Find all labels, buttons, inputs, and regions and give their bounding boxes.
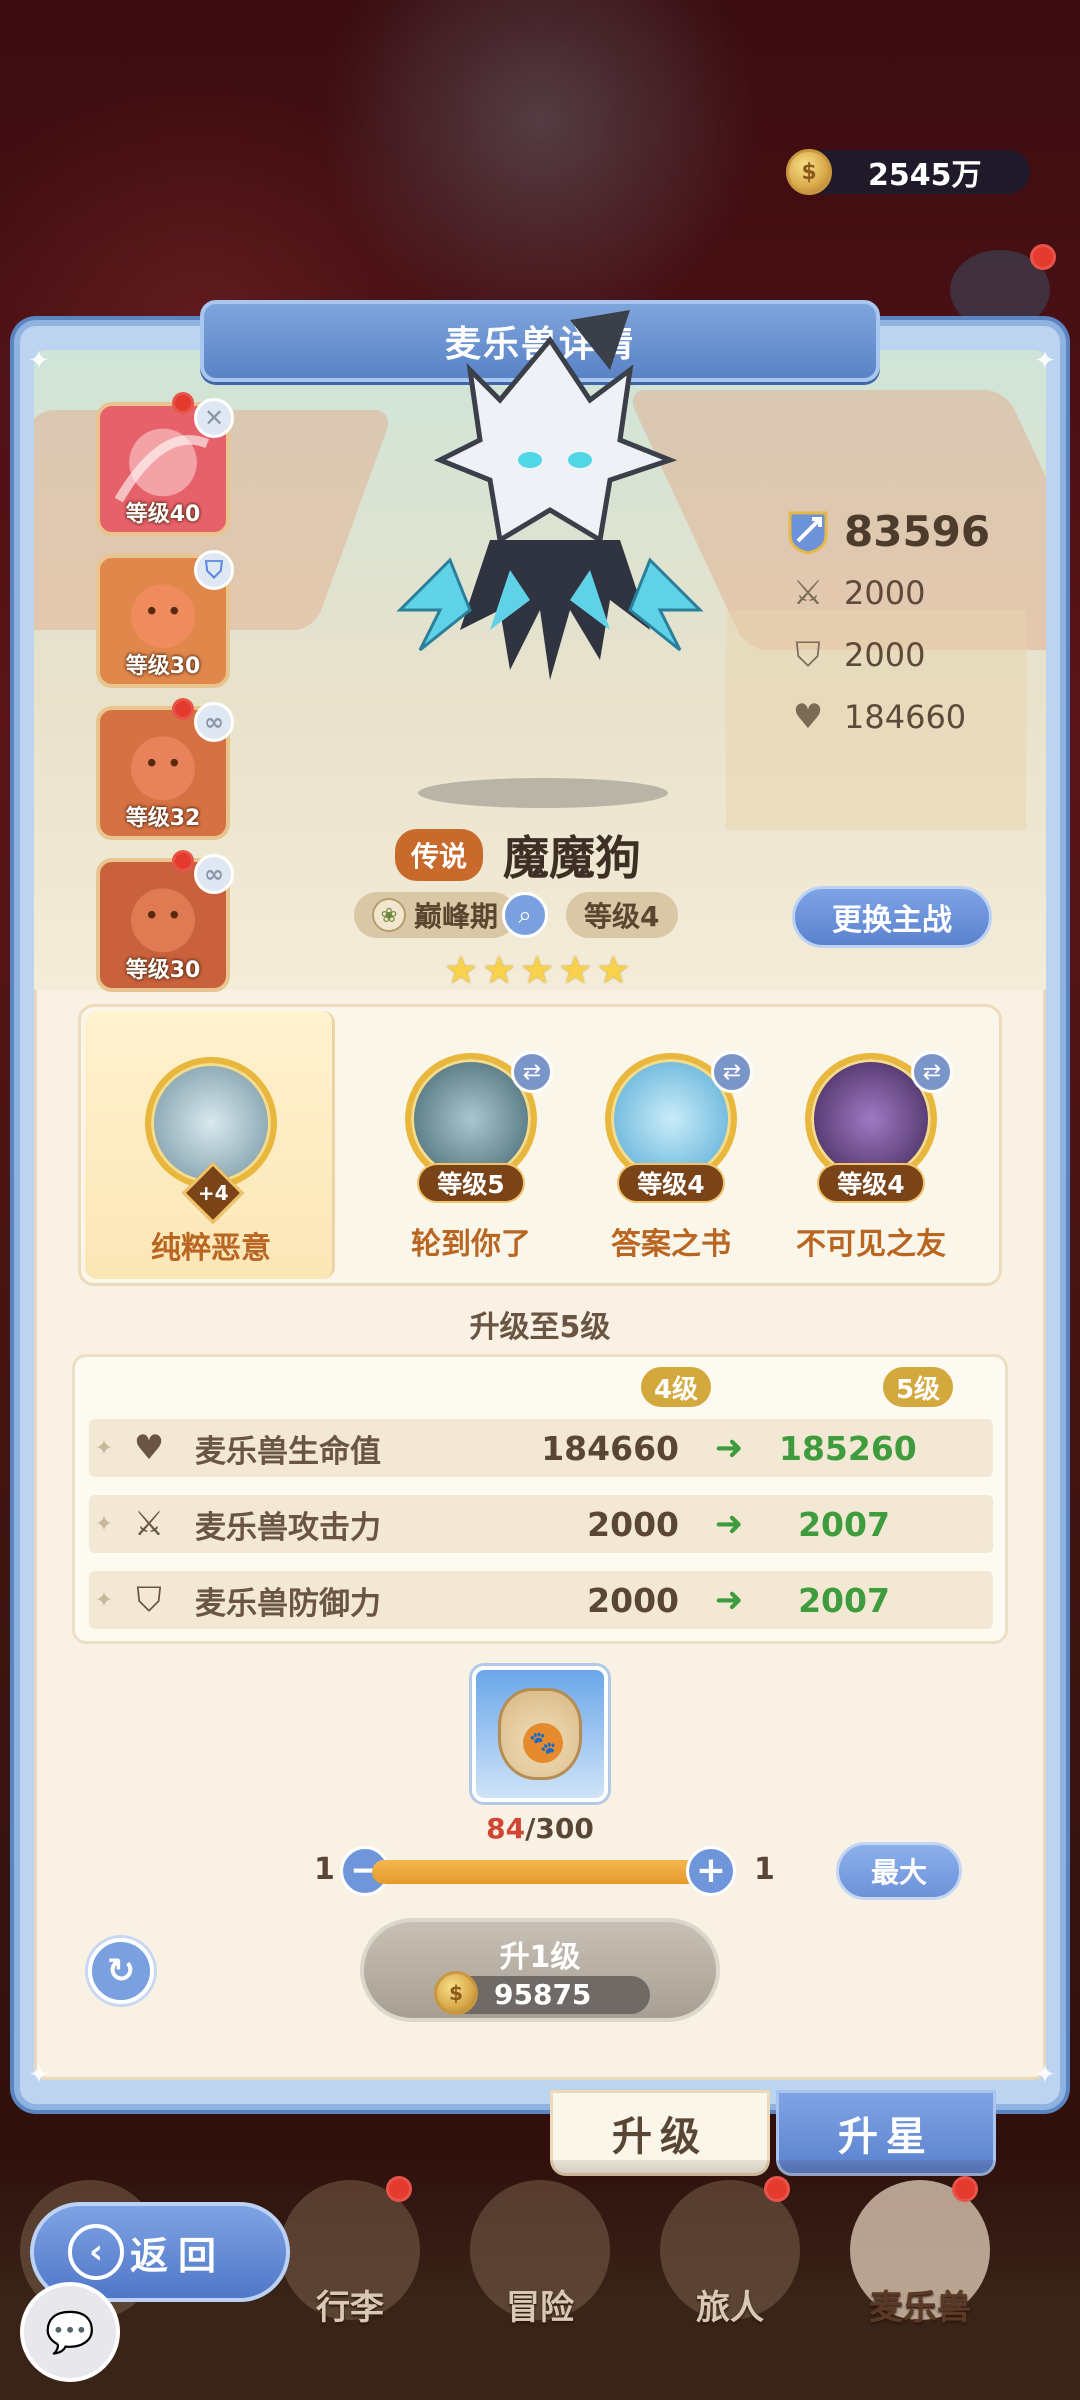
currency-display: $ 2545万 xyxy=(786,149,1030,195)
skill-slot[interactable]: ⇄ 等级4 不可见之友 xyxy=(765,1007,965,1283)
skill-slot[interactable]: ⇄ 等级4 答案之书 xyxy=(565,1007,765,1283)
notification-dot xyxy=(172,392,194,414)
to-level-badge: 5级 xyxy=(883,1367,953,1407)
corner-ornament: ✦ xyxy=(1034,2060,1056,2090)
upgrade-table: 4级 5级 ✦ ♥ 麦乐兽生命值 184660 ➜ 185260 ✦ ⚔ 麦乐兽… xyxy=(72,1354,1008,1644)
max-button[interactable]: 最大 xyxy=(836,1842,962,1900)
swap-main-button[interactable]: 更换主战 xyxy=(792,886,992,948)
corner-ornament: ✦ xyxy=(28,346,50,376)
notification-dot xyxy=(764,2176,790,2202)
arrow-right-icon: ➜ xyxy=(714,1428,744,1468)
star-icon: ★ xyxy=(482,948,517,992)
refresh-icon[interactable]: ↻ xyxy=(88,1938,154,2004)
swords-icon: ⚔ xyxy=(792,573,824,613)
slider-fill xyxy=(372,1860,706,1884)
star-icon: ★ xyxy=(596,948,631,992)
shield-icon: ⛉ xyxy=(795,635,821,675)
power-value: 83596 xyxy=(844,506,991,556)
monster-image xyxy=(396,310,704,680)
stage-icon: ❀ xyxy=(372,898,406,932)
star-icon: ★ xyxy=(444,948,479,992)
attack-value: 2000 xyxy=(844,574,926,612)
skills-panel: +4 纯粹恶意 ⇄ 等级5 轮到你了 ⇄ 等级4 答案之书 ⇄ 等级4 不可见之… xyxy=(78,1004,1002,1286)
arrow-right-icon: ➜ xyxy=(714,1580,744,1620)
link-icon: ∞ xyxy=(194,854,234,894)
monster-name: 魔魔狗 xyxy=(503,831,642,885)
star-icon: ★ xyxy=(558,948,593,992)
skill-name: 纯粹恶意 xyxy=(151,1231,271,1266)
monster-stats: 83596 ⚔ 2000 ⛉ 2000 ♥ 184660 xyxy=(784,500,990,748)
star-rating: ★ ★ ★ ★ ★ xyxy=(444,948,630,992)
slider-track[interactable] xyxy=(372,1860,706,1884)
slider-max: 1 xyxy=(754,1852,775,1887)
link-icon: ∞ xyxy=(194,702,234,742)
skill-name: 不可见之友 xyxy=(796,1227,946,1262)
main-skill[interactable]: +4 纯粹恶意 xyxy=(85,1011,335,1279)
defense-value: 2000 xyxy=(844,636,926,674)
notification-dot xyxy=(952,2176,978,2202)
paw-icon: 🐾 xyxy=(523,1723,563,1763)
nav-item-mailebeast[interactable]: 麦乐兽 xyxy=(830,2180,1010,2370)
monster-shadow xyxy=(418,778,668,808)
swap-icon[interactable]: ⇄ xyxy=(511,1051,553,1093)
shield-icon: ⛉ xyxy=(194,550,234,590)
corner-ornament: ✦ xyxy=(1034,346,1056,376)
shield-icon: ⛉ xyxy=(136,1580,162,1620)
swords-icon: ⚔ xyxy=(133,1504,165,1544)
corner-ornament: ✦ xyxy=(28,2060,50,2090)
back-arrow-icon: ‹ xyxy=(68,2224,124,2280)
plus-button[interactable]: + xyxy=(686,1846,736,1896)
upgrade-title: 升级至5级 xyxy=(469,1310,611,1345)
swap-icon[interactable]: ⇄ xyxy=(711,1051,753,1093)
coin-icon: $ xyxy=(786,149,832,195)
upgrade-button[interactable]: 升1级 $ 95875 xyxy=(360,1918,720,2022)
slider-min: 1 xyxy=(314,1852,335,1887)
nav-item-travelers[interactable]: 旅人 xyxy=(640,2180,820,2370)
quantity-slider[interactable]: 1 − + 1 xyxy=(314,1846,794,1896)
skill-slot[interactable]: ⇄ 等级5 轮到你了 xyxy=(365,1007,565,1283)
skill-level: 等级4 xyxy=(617,1163,725,1203)
skill-level: 等级4 xyxy=(817,1163,925,1203)
level-pill: 等级4 xyxy=(566,892,678,938)
skill-level: 等级5 xyxy=(417,1163,525,1203)
notification-dot xyxy=(386,2176,412,2202)
hp-value: 184660 xyxy=(844,698,967,736)
swap-icon[interactable]: ⇄ xyxy=(911,1051,953,1093)
from-level-badge: 4级 xyxy=(641,1367,711,1407)
table-row: ✦ ⚔ 麦乐兽攻击力 2000 ➜ 2007 xyxy=(89,1495,993,1553)
nav-item-bag[interactable]: 行李 xyxy=(260,2180,440,2370)
table-row: ✦ ⛉ 麦乐兽防御力 2000 ➜ 2007 xyxy=(89,1571,993,1629)
table-row: ✦ ♥ 麦乐兽生命值 184660 ➜ 185260 xyxy=(89,1419,993,1477)
cost-value: 95875 xyxy=(494,1978,592,2011)
rarity-badge: 传说 xyxy=(395,829,484,881)
skill-name: 轮到你了 xyxy=(411,1227,531,1262)
nav-item-adventure[interactable]: 冒险 xyxy=(450,2180,630,2370)
notification-dot xyxy=(172,698,194,720)
cost-pill: $ 95875 xyxy=(434,1971,650,2015)
currency-value: 2545万 xyxy=(868,158,982,193)
heart-icon: ♥ xyxy=(133,1428,165,1468)
coin-icon: $ xyxy=(434,1971,478,2015)
arrow-right-icon: ➜ xyxy=(714,1504,744,1544)
star-icon: ★ xyxy=(520,948,555,992)
stage-pill: ❀ 巅峰期 xyxy=(354,892,517,938)
chat-icon[interactable]: 💬 xyxy=(20,2282,120,2382)
item-count: 84/300 xyxy=(486,1812,594,1845)
close-icon[interactable]: ✕ xyxy=(194,398,234,438)
notification-dot xyxy=(172,850,194,872)
skill-name: 答案之书 xyxy=(611,1227,731,1262)
stage-label: 巅峰期 xyxy=(414,900,499,933)
food-bag-icon: 🐾 xyxy=(498,1688,582,1780)
magnifier-icon[interactable]: ⌕ xyxy=(502,892,549,938)
heart-icon: ♥ xyxy=(792,697,824,737)
upgrade-item[interactable]: 🐾 xyxy=(472,1666,608,1802)
notification-dot xyxy=(1030,244,1056,270)
power-icon xyxy=(784,507,832,555)
